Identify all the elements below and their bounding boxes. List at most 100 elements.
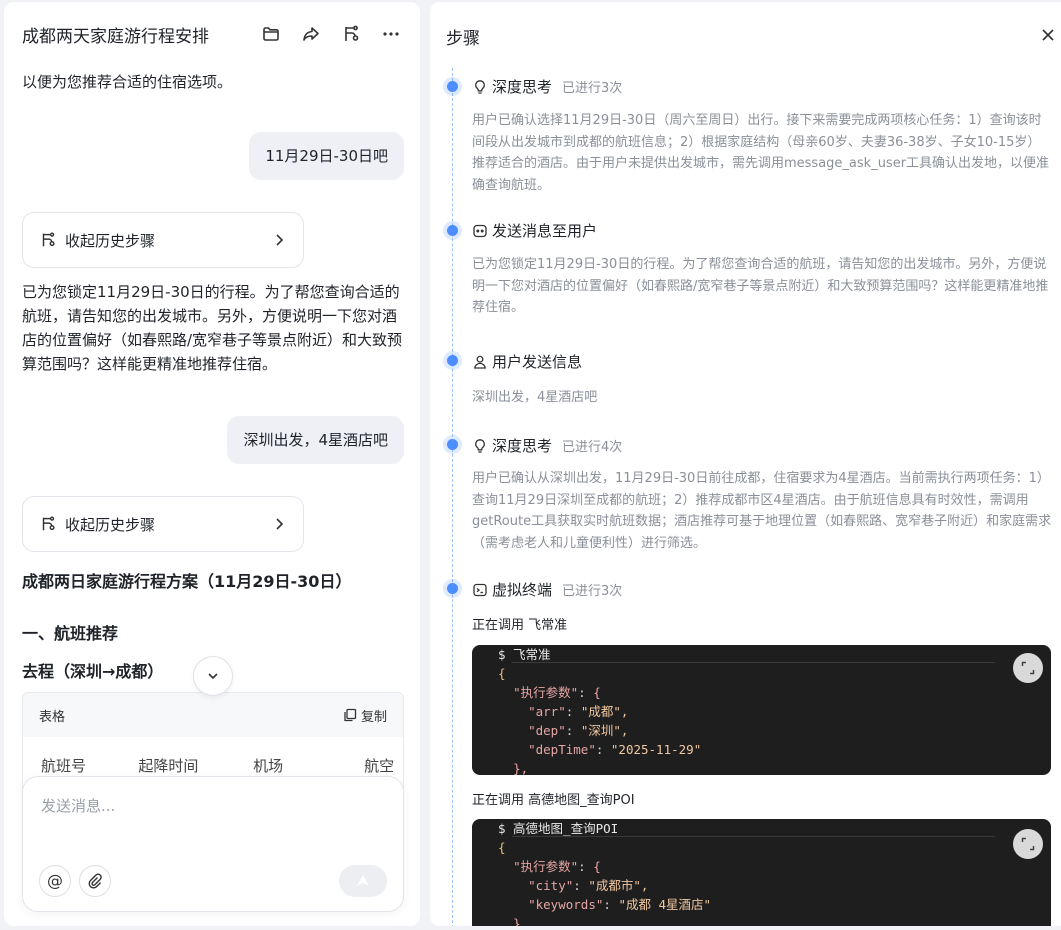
user-message: 11月29日-30日吧 xyxy=(249,132,404,180)
step-header[interactable]: 虚拟终端 已进行3次 xyxy=(472,579,622,600)
step-header[interactable]: 发送消息至用户 xyxy=(472,220,597,241)
code-key: "执行参数" xyxy=(513,859,579,874)
code-punc: : xyxy=(603,897,619,912)
code-brace: } xyxy=(513,916,521,926)
code-content: $ 高德地图_查询POI { "执行参数": { "city": "成都市", … xyxy=(498,819,711,926)
step-header[interactable]: 深度思考 已进行3次 xyxy=(472,76,622,97)
expand-icon xyxy=(1021,837,1035,851)
step-body: 深圳出发，4星酒店吧 xyxy=(472,390,598,405)
code-value: "成都 4星酒店" xyxy=(618,897,712,912)
code-brace: }, xyxy=(513,761,529,775)
chevron-right-icon xyxy=(276,518,284,530)
more-icon[interactable] xyxy=(380,23,402,45)
table-header-cell: 航空 xyxy=(364,756,395,775)
collapse-history-button[interactable]: 收起历史步骤 xyxy=(22,496,304,552)
chevron-right-icon xyxy=(276,234,284,246)
step-title: 深度思考 xyxy=(492,78,553,96)
table-header-cell: 航班号 xyxy=(41,756,87,775)
steps-panel: 步骤 深度思考 已进行3次 用户已确认选择11月29日-30日（周六至周日）出行… xyxy=(430,2,1061,926)
history-label: 收起历史步骤 xyxy=(65,231,156,250)
step-body: 已为您锁定11月29日-30日的行程。为了帮您查询合适的航班，请告知您的出发城市… xyxy=(472,257,1049,315)
step-title: 虚拟终端 xyxy=(492,581,553,599)
code-punc: : xyxy=(578,859,594,874)
chevron-down-icon xyxy=(208,673,218,680)
share-icon[interactable] xyxy=(300,23,322,45)
step-badge: 已进行3次 xyxy=(562,81,623,96)
timeline-dot xyxy=(447,81,458,92)
chat-panel: 成都两天家庭游行程安排 以便为您推荐合适的住宿选项。 11月29日-30日吧 收… xyxy=(4,2,420,926)
timeline-dot xyxy=(447,225,458,236)
message-composer: @ xyxy=(22,776,404,912)
user-message: 深圳出发，4星酒店吧 xyxy=(227,416,404,464)
step-title: 深度思考 xyxy=(492,437,553,455)
expand-button[interactable] xyxy=(1013,829,1043,859)
timeline-dot xyxy=(447,583,458,594)
branch-icon xyxy=(42,232,55,247)
section-heading: 一、航班推荐 xyxy=(22,624,119,643)
step-header[interactable]: 用户发送信息 xyxy=(472,351,582,372)
lightbulb-icon xyxy=(475,79,485,94)
code-value: "成都", xyxy=(580,704,629,719)
branch-icon xyxy=(42,516,55,531)
code-key: "depTime" xyxy=(528,742,596,757)
code-command: $ 高德地图_查询POI xyxy=(498,821,619,836)
code-punc: : xyxy=(565,704,581,719)
code-key: "dep" xyxy=(528,723,566,738)
code-value: "成都市", xyxy=(588,878,649,893)
code-brace: { xyxy=(593,859,601,874)
assistant-message-tail: 以便为您推荐合适的住宿选项。 xyxy=(22,73,233,91)
step-title: 发送消息至用户 xyxy=(492,222,598,240)
mention-button[interactable]: @ xyxy=(39,865,71,897)
close-icon xyxy=(1042,29,1054,41)
message-icon xyxy=(473,224,487,237)
attach-button[interactable] xyxy=(79,865,111,897)
close-button[interactable] xyxy=(1037,24,1059,46)
tool-call-label: 正在调用 高德地图_查询POI xyxy=(472,793,635,808)
code-punc: : xyxy=(595,742,611,757)
step-body: 用户已确认从深圳出发，11月29日-30日前往成都，住宿要求为4星酒店。当前需执… xyxy=(472,471,1052,551)
code-punc: : xyxy=(578,685,594,700)
timeline-line xyxy=(452,68,453,926)
step-header[interactable]: 深度思考 已进行4次 xyxy=(472,435,622,456)
history-label: 收起历史步骤 xyxy=(65,515,156,534)
message-input[interactable] xyxy=(41,795,387,845)
terminal-icon xyxy=(473,583,487,596)
tool-call-label: 正在调用 飞常准 xyxy=(472,618,568,633)
code-value: "深圳", xyxy=(580,723,629,738)
table-header-cell: 机场 xyxy=(253,756,284,775)
table-label: 表格 xyxy=(39,709,66,725)
chat-title: 成都两天家庭游行程安排 xyxy=(22,26,209,47)
assistant-message: 已为您锁定11月29日-30日的行程。为了帮您查询合适的航班，请告知您的出发城市… xyxy=(22,283,403,373)
step-body: 用户已确认选择11月29日-30日（周六至周日）出行。接下来需要完成两项核心任务… xyxy=(472,113,1050,193)
step-badge: 已进行3次 xyxy=(562,584,623,599)
step-badge: 已进行4次 xyxy=(562,440,623,455)
chat-header: 成都两天家庭游行程安排 xyxy=(4,2,420,66)
plan-title: 成都两日家庭游行程方案（11月29日-30日） xyxy=(22,572,352,591)
code-key: "keywords" xyxy=(528,897,604,912)
code-punc: : xyxy=(573,878,589,893)
send-button[interactable] xyxy=(339,865,387,897)
code-punc: : xyxy=(565,723,581,738)
paperclip-icon xyxy=(88,873,102,889)
steps-title: 步骤 xyxy=(446,29,480,49)
copy-label: 复制 xyxy=(360,709,387,725)
code-key: "arr" xyxy=(528,704,566,719)
code-block: $ 飞常准 { "执行参数": { "arr": "成都", "dep": "深… xyxy=(472,645,1051,775)
branch-icon[interactable] xyxy=(340,23,362,45)
scroll-to-bottom-button[interactable] xyxy=(193,656,233,696)
collapse-history-button[interactable]: 收起历史步骤 xyxy=(22,212,304,268)
step-title: 用户发送信息 xyxy=(492,353,583,371)
section-subheading: 去程（深圳→成都） xyxy=(22,662,164,681)
expand-button[interactable] xyxy=(1013,653,1043,683)
code-brace: { xyxy=(498,840,506,855)
folder-icon[interactable] xyxy=(260,23,282,45)
send-icon xyxy=(357,875,369,886)
user-icon xyxy=(474,355,486,369)
code-command: $ 飞常准 xyxy=(498,647,551,662)
lightbulb-icon xyxy=(475,438,485,453)
code-key: "执行参数" xyxy=(513,685,579,700)
table-toolbar: 表格 复制 xyxy=(23,693,403,737)
copy-button[interactable]: 复制 xyxy=(343,706,387,725)
timeline-dot xyxy=(447,439,458,450)
expand-icon xyxy=(1021,661,1035,675)
